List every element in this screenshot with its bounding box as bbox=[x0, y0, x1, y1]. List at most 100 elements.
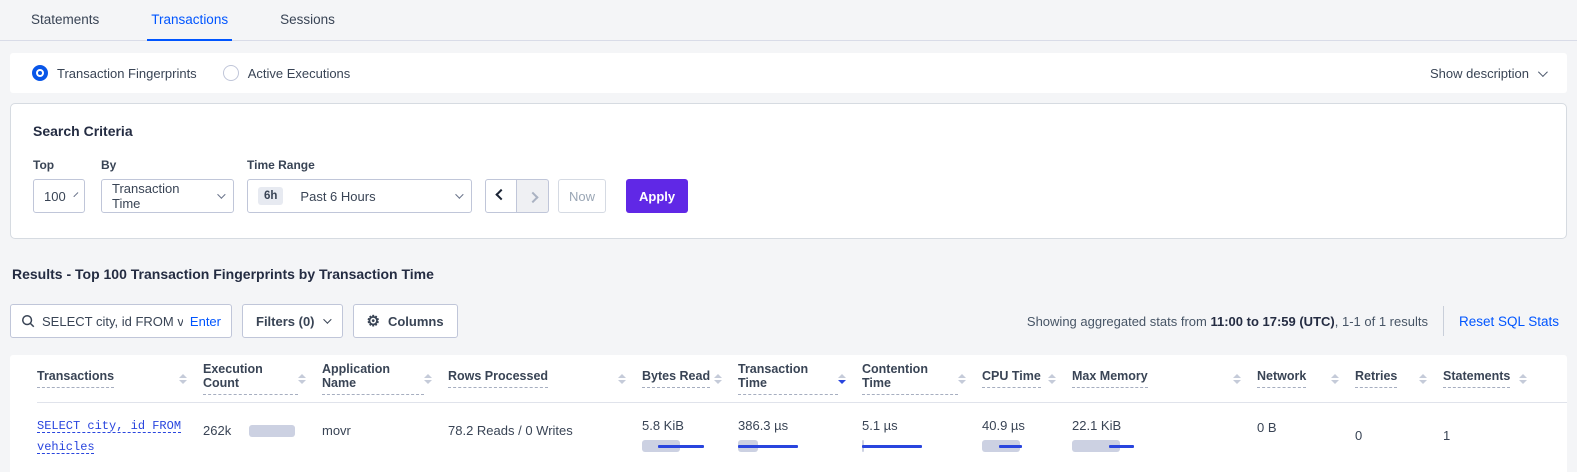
bytes-read-cell: 5.8 KiB bbox=[642, 416, 738, 452]
transaction-time-cell: 386.3 µs bbox=[738, 416, 862, 452]
cpu-time-bar bbox=[982, 440, 1062, 452]
stats-time-range: 11:00 to 17:59 (UTC) bbox=[1210, 314, 1334, 329]
tab-statements[interactable]: Statements bbox=[27, 0, 103, 41]
reset-sql-stats-link[interactable]: Reset SQL Stats bbox=[1459, 314, 1559, 329]
results-table: Transactions Execution Count Application… bbox=[10, 355, 1567, 472]
by-field: By Transaction Time bbox=[101, 158, 247, 213]
column-header-max-memory[interactable]: Max Memory bbox=[1072, 369, 1257, 388]
sort-icon bbox=[1331, 374, 1339, 384]
top-select[interactable]: 100 bbox=[33, 179, 85, 213]
arrow-left-icon bbox=[495, 189, 506, 200]
rows-processed-cell: 78.2 Reads / 0 Writes bbox=[448, 423, 573, 438]
radio-selected-icon[interactable] bbox=[32, 65, 48, 81]
column-header-network[interactable]: Network bbox=[1257, 369, 1355, 388]
time-range-value: Past 6 Hours bbox=[300, 189, 447, 204]
columns-button[interactable]: ⚙ Columns bbox=[353, 304, 458, 338]
aggregated-stats-text: Showing aggregated stats from 11:00 to 1… bbox=[1027, 314, 1428, 329]
search-icon bbox=[21, 314, 35, 328]
column-header-retries[interactable]: Retries bbox=[1355, 369, 1443, 388]
filters-label: Filters (0) bbox=[256, 314, 315, 329]
transaction-fingerprint-link[interactable]: SELECT city, id FROM vehicles bbox=[37, 416, 203, 458]
column-header-statements[interactable]: Statements bbox=[1443, 369, 1543, 388]
top-label: Top bbox=[33, 158, 101, 172]
sort-icon bbox=[179, 374, 187, 384]
column-header-transaction-time[interactable]: Transaction Time bbox=[738, 362, 862, 395]
by-select[interactable]: Transaction Time bbox=[101, 179, 234, 213]
max-memory-cell: 22.1 KiB bbox=[1072, 416, 1257, 452]
radio-transaction-fingerprints[interactable]: Transaction Fingerprints bbox=[32, 65, 197, 81]
sort-icon bbox=[1519, 374, 1527, 384]
tab-transactions[interactable]: Transactions bbox=[147, 0, 232, 41]
column-header-cpu-time[interactable]: CPU Time bbox=[982, 369, 1072, 388]
show-description-label: Show description bbox=[1430, 66, 1529, 81]
top-field: Top 100 bbox=[33, 158, 101, 213]
sort-icon bbox=[1419, 374, 1427, 384]
table-header-row: Transactions Execution Count Application… bbox=[10, 355, 1567, 402]
application-name-cell: movr bbox=[322, 423, 351, 438]
execution-count-bar bbox=[249, 425, 295, 437]
radio-label: Transaction Fingerprints bbox=[57, 66, 197, 81]
results-heading: Results - Top 100 Transaction Fingerprin… bbox=[12, 266, 1567, 282]
sort-icon bbox=[838, 374, 846, 384]
sort-icon bbox=[958, 374, 966, 384]
results-controls-row: Enter Filters (0) ⚙ Columns Showing aggr… bbox=[10, 304, 1567, 338]
search-criteria-panel: Search Criteria Top 100 By Transaction T… bbox=[10, 103, 1567, 239]
by-select-value: Transaction Time bbox=[112, 181, 209, 211]
transaction-time-bar bbox=[738, 440, 818, 452]
search-enter-button[interactable]: Enter bbox=[190, 314, 221, 329]
chevron-down-icon bbox=[455, 190, 463, 198]
search-box: Enter bbox=[10, 304, 232, 338]
time-range-badge: 6h bbox=[258, 187, 283, 205]
radio-unselected-icon[interactable] bbox=[223, 65, 239, 81]
time-range-arrows bbox=[485, 179, 549, 213]
time-range-select[interactable]: 6h Past 6 Hours bbox=[247, 179, 472, 213]
column-header-contention-time[interactable]: Contention Time bbox=[862, 362, 982, 395]
show-description-toggle[interactable]: Show description bbox=[1430, 66, 1545, 81]
radio-active-executions[interactable]: Active Executions bbox=[223, 65, 351, 81]
column-header-bytes-read[interactable]: Bytes Read bbox=[642, 369, 738, 388]
search-criteria-title: Search Criteria bbox=[33, 123, 1544, 139]
sort-icon bbox=[1048, 374, 1056, 384]
chevron-down-icon bbox=[1538, 67, 1548, 77]
network-cell: 0 B bbox=[1257, 420, 1277, 435]
max-memory-bar bbox=[1072, 440, 1152, 452]
bytes-read-bar bbox=[642, 440, 722, 452]
view-toggle-row: Transaction Fingerprints Active Executio… bbox=[10, 53, 1567, 93]
column-header-application-name[interactable]: Application Name bbox=[322, 362, 448, 395]
search-input[interactable] bbox=[42, 314, 183, 329]
column-header-transactions[interactable]: Transactions bbox=[37, 369, 203, 388]
previous-time-range-button[interactable] bbox=[485, 179, 517, 213]
vertical-divider bbox=[1443, 306, 1444, 336]
time-range-field: Time Range 6h Past 6 Hours bbox=[247, 158, 485, 213]
next-time-range-button[interactable] bbox=[517, 179, 549, 213]
by-label: By bbox=[101, 158, 247, 172]
chevron-down-icon bbox=[73, 192, 78, 197]
filters-button[interactable]: Filters (0) bbox=[242, 304, 343, 338]
apply-button[interactable]: Apply bbox=[626, 179, 688, 213]
cpu-time-cell: 40.9 µs bbox=[982, 416, 1072, 452]
now-button[interactable]: Now bbox=[558, 179, 606, 213]
top-select-value: 100 bbox=[44, 189, 66, 204]
view-radio-group: Transaction Fingerprints Active Executio… bbox=[32, 65, 350, 81]
chevron-down-icon bbox=[217, 190, 225, 198]
retries-cell: 0 bbox=[1355, 428, 1362, 443]
contention-time-cell: 5.1 µs bbox=[862, 416, 982, 452]
execution-count-cell: 262k bbox=[203, 423, 322, 438]
columns-label: Columns bbox=[388, 314, 444, 329]
sort-icon bbox=[714, 374, 722, 384]
time-range-label: Time Range bbox=[247, 158, 485, 172]
gear-icon: ⚙ bbox=[367, 314, 380, 329]
sort-icon bbox=[1233, 374, 1241, 384]
statements-cell: 1 bbox=[1443, 428, 1450, 443]
arrow-right-icon bbox=[527, 192, 538, 203]
page-tabs: Statements Transactions Sessions bbox=[0, 0, 1577, 41]
sort-icon bbox=[424, 374, 432, 384]
chevron-down-icon bbox=[323, 315, 331, 323]
column-header-execution-count[interactable]: Execution Count bbox=[203, 362, 322, 395]
tab-sessions[interactable]: Sessions bbox=[276, 0, 339, 41]
column-header-rows-processed[interactable]: Rows Processed bbox=[448, 369, 642, 388]
contention-time-bar bbox=[862, 440, 942, 452]
sort-icon bbox=[298, 374, 306, 384]
table-row: SELECT city, id FROM vehicles 262k movr … bbox=[10, 403, 1567, 472]
radio-label: Active Executions bbox=[248, 66, 351, 81]
